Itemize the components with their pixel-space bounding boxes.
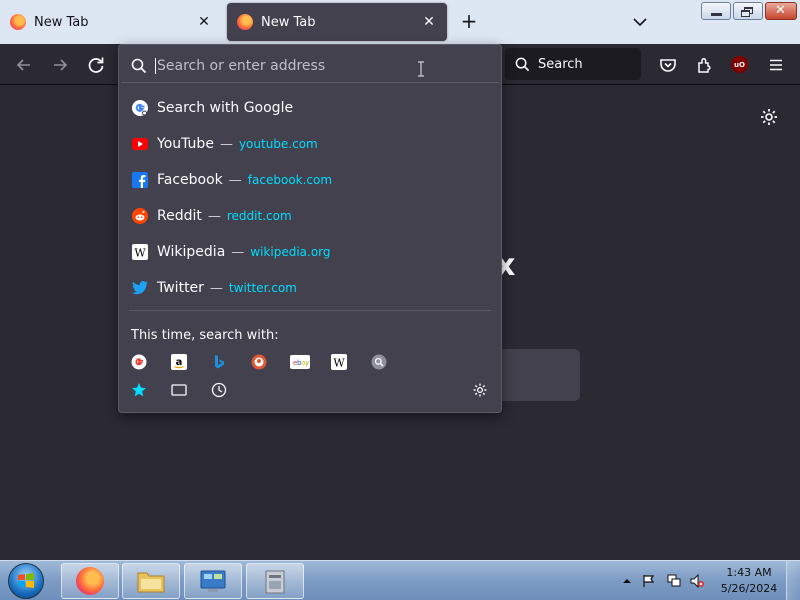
separator-dash: —	[207, 208, 221, 224]
suggestion-reddit[interactable]: Reddit — reddit.com	[119, 198, 501, 234]
bing-icon[interactable]	[210, 353, 228, 371]
taskbar-control-panel-button[interactable]	[184, 563, 242, 599]
separator-dash: —	[209, 280, 223, 296]
show-desktop-button[interactable]	[786, 561, 800, 600]
gear-icon[interactable]	[759, 107, 779, 127]
forward-arrow-icon[interactable]	[49, 54, 71, 76]
chevron-down-icon[interactable]	[630, 12, 650, 32]
minimize-button[interactable]	[701, 2, 731, 20]
taskbar-app-button[interactable]	[246, 563, 304, 599]
clock-time: 1:43 AM	[726, 566, 772, 579]
history-clock-icon[interactable]	[210, 381, 228, 399]
tab-new-tab-2[interactable]: New Tab ✕	[227, 3, 447, 41]
ebay-icon[interactable]: ebay	[290, 353, 310, 371]
suggestion-title: Facebook	[157, 172, 223, 188]
hamburger-menu-icon[interactable]	[765, 54, 787, 76]
search-bar-label: Search	[538, 56, 583, 72]
facebook-icon	[131, 171, 149, 189]
search-bar[interactable]: Search	[505, 48, 641, 80]
svg-text:W: W	[333, 357, 345, 370]
start-button[interactable]	[8, 563, 44, 599]
tab-label: New Tab	[34, 14, 89, 30]
duckduckgo-icon[interactable]	[250, 353, 268, 371]
extensions-icon[interactable]	[694, 54, 716, 76]
svg-text:W: W	[134, 247, 146, 260]
search-engine-icon[interactable]	[370, 353, 388, 371]
amazon-icon[interactable]: a	[170, 353, 188, 371]
svg-text:a: a	[176, 357, 183, 368]
youtube-icon	[131, 135, 149, 153]
installer-icon	[265, 570, 285, 594]
wikipedia-icon: W	[131, 243, 149, 261]
separator-dash: —	[219, 136, 233, 152]
gear-icon[interactable]	[471, 381, 489, 399]
search-icon	[131, 58, 147, 73]
search-with-google-row[interactable]: Search with Google	[119, 90, 501, 126]
svg-text:y: y	[305, 359, 309, 367]
suggestion-title: Twitter	[157, 280, 204, 296]
tab-label: New Tab	[261, 14, 316, 30]
tab-close-icon[interactable]: ✕	[196, 14, 212, 30]
firefox-icon	[10, 14, 26, 30]
new-tab-button[interactable]: +	[458, 10, 480, 32]
search-engines-label: This time, search with:	[131, 328, 279, 343]
divider	[129, 310, 491, 311]
windows-logo-icon	[18, 573, 34, 588]
suggestion-url: twitter.com	[228, 281, 297, 295]
suggestion-url: wikipedia.org	[250, 245, 331, 259]
taskbar-explorer-button[interactable]	[122, 563, 180, 599]
folder-icon	[137, 572, 165, 593]
suggestion-wikipedia[interactable]: W Wikipedia — wikipedia.org	[119, 234, 501, 270]
suggestion-facebook[interactable]: Facebook — facebook.com	[119, 162, 501, 198]
suggestion-youtube[interactable]: YouTube — youtube.com	[119, 126, 501, 162]
taskbar-firefox-button[interactable]	[61, 563, 119, 599]
close-window-button[interactable]: ✕	[765, 2, 797, 20]
reload-icon[interactable]	[85, 54, 107, 76]
firefox-icon	[237, 14, 253, 30]
show-hidden-icons-icon[interactable]	[620, 574, 634, 588]
network-icon[interactable]	[667, 574, 681, 588]
tab-close-icon[interactable]: ✕	[421, 14, 437, 30]
system-clock[interactable]: 1:43 AM 5/26/2024	[718, 565, 780, 597]
separator-dash: —	[231, 244, 245, 260]
google-icon[interactable]	[130, 353, 148, 371]
firefox-icon	[76, 567, 104, 595]
wikipedia-icon[interactable]: W	[330, 353, 348, 371]
suggestion-url: reddit.com	[226, 209, 292, 223]
twitter-icon	[131, 279, 149, 297]
ublock-origin-icon[interactable]: uO	[731, 56, 748, 73]
suggestion-url: facebook.com	[247, 173, 333, 187]
page-search-box[interactable]	[492, 349, 580, 401]
address-bar-dropdown: Search or enter address Search with Goog…	[118, 44, 502, 413]
control-panel-icon	[200, 570, 226, 592]
volume-muted-icon[interactable]	[690, 574, 704, 588]
tab-strip: New Tab ✕ New Tab ✕ + ✕	[0, 0, 800, 44]
address-input-placeholder: Search or enter address	[155, 57, 326, 74]
bookmarks-star-icon[interactable]	[130, 381, 148, 399]
windows-taskbar: 1:43 AM 5/26/2024	[0, 560, 800, 600]
search-icon	[515, 57, 530, 71]
reddit-icon	[131, 207, 149, 225]
suggestion-url: youtube.com	[238, 137, 318, 151]
restore-button[interactable]	[733, 2, 763, 20]
text-cursor-icon	[418, 61, 424, 77]
pocket-icon[interactable]	[657, 54, 679, 76]
tabs-icon[interactable]	[170, 381, 188, 399]
search-with-google-label: Search with Google	[157, 100, 294, 116]
action-center-flag-icon[interactable]	[642, 574, 656, 588]
suggestion-title: YouTube	[157, 136, 214, 152]
tab-new-tab-1[interactable]: New Tab ✕	[0, 3, 222, 41]
suggestion-twitter[interactable]: Twitter — twitter.com	[119, 270, 501, 306]
suggestion-title: Reddit	[157, 208, 202, 224]
address-input[interactable]: Search or enter address	[121, 49, 499, 83]
suggestion-title: Wikipedia	[157, 244, 226, 260]
clock-date: 5/26/2024	[720, 582, 778, 595]
google-icon	[131, 99, 149, 117]
separator-dash: —	[228, 172, 242, 188]
back-arrow-icon[interactable]	[13, 54, 35, 76]
